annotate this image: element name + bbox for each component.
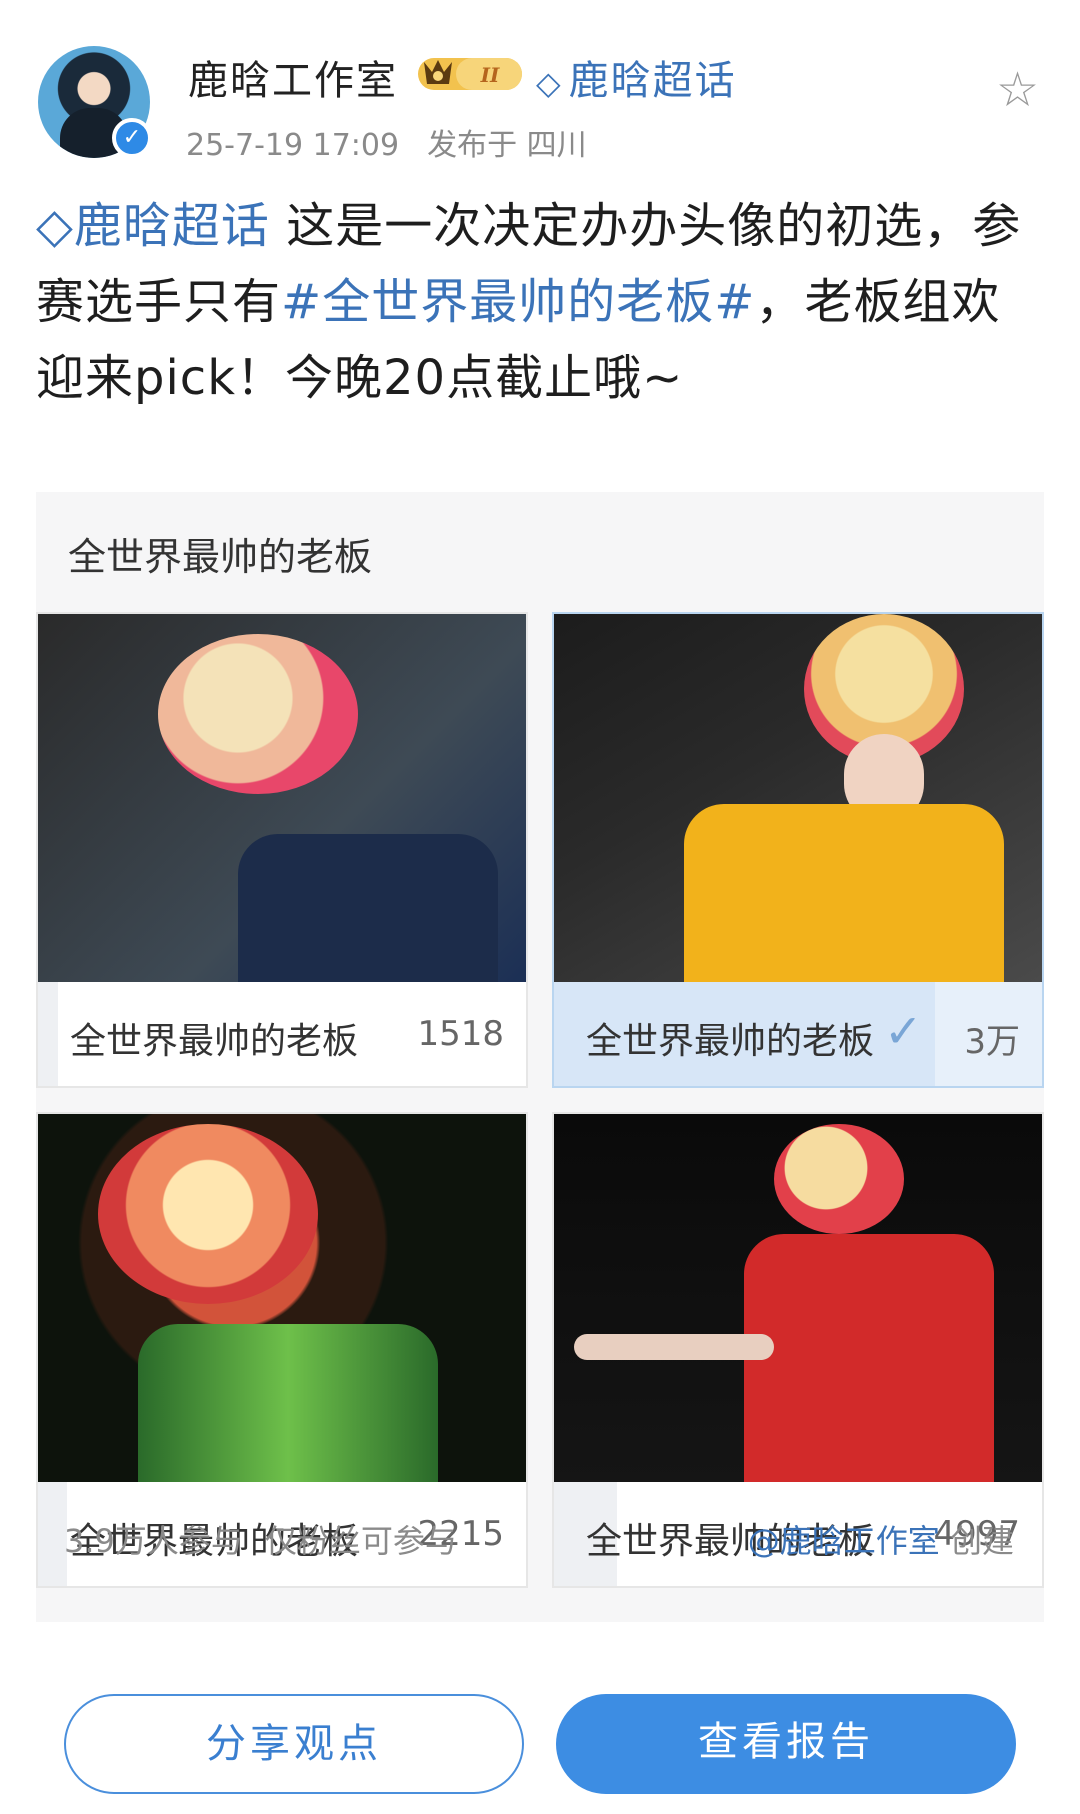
vote-restriction: 仅粉丝可参与: [264, 1522, 457, 1560]
vote-bar: 全世界最帅的老板 ✓ 3万: [554, 982, 1042, 1086]
participant-count: 3.9万人参与: [64, 1522, 243, 1560]
vote-bar-fill: [38, 1482, 68, 1586]
star-outline-icon[interactable]: ☆: [996, 62, 1039, 118]
option-photo: [38, 614, 526, 982]
vote-bar-fill: [38, 982, 58, 1086]
post-header: ✓ 鹿晗工作室 II ◇ 鹿晗超话 25-7-19 17:09 发布于 四川 ☆: [0, 0, 1080, 170]
option-photo: [38, 1114, 526, 1482]
option-count: 1518: [417, 1014, 504, 1054]
content-topic-link[interactable]: ◇鹿晗超话: [36, 198, 270, 254]
post-location: 发布于 四川: [427, 128, 587, 163]
option-label: 全世界最帅的老板: [586, 1021, 875, 1062]
level-badge-label: II: [480, 63, 500, 87]
creator-link[interactable]: @鹿晗工作室: [748, 1522, 940, 1560]
option-label: 全世界最帅的老板: [70, 1021, 359, 1062]
author-name[interactable]: 鹿晗工作室: [188, 48, 398, 106]
diamond-icon: ◇: [536, 64, 563, 102]
fan-level-badge[interactable]: II: [416, 52, 524, 94]
option-photo: [554, 614, 1042, 982]
creator-suffix: 创建: [949, 1522, 1014, 1560]
vote-bar: 全世界最帅的老板 1518: [38, 982, 526, 1086]
topic-tag-link[interactable]: ◇ 鹿晗超话: [536, 48, 737, 106]
content-hashtag[interactable]: #全世界最帅的老板#: [281, 274, 755, 330]
post-time: 25-7-19 17:09: [186, 128, 400, 163]
option-count: 3万: [964, 1022, 1020, 1062]
vote-option-2[interactable]: 全世界最帅的老板 ✓ 3万: [552, 612, 1044, 1088]
verified-icon: ✓: [112, 118, 152, 158]
vote-option-1[interactable]: 全世界最帅的老板 1518: [36, 612, 528, 1088]
option-photo: [554, 1114, 1042, 1482]
vote-title: 全世界最帅的老板: [68, 535, 373, 579]
post-meta: 25-7-19 17:09 发布于 四川: [186, 120, 587, 164]
check-icon: ✓: [884, 1004, 923, 1058]
vote-creator: @鹿晗工作室 创建: [748, 1516, 1014, 1562]
share-opinion-button[interactable]: 分享观点: [64, 1694, 524, 1794]
vote-card: 全世界最帅的老板 全世界最帅的老板 1518 全世界最帅的老板 ✓ 3万 全世界…: [36, 492, 1044, 1622]
view-report-button[interactable]: 查看报告: [556, 1694, 1016, 1794]
vote-participation: 3.9万人参与 仅粉丝可参与: [64, 1516, 457, 1562]
post-content: ◇鹿晗超话 这是一次决定办办头像的初选，参赛选手只有#全世界最帅的老板#，老板组…: [36, 188, 1046, 416]
